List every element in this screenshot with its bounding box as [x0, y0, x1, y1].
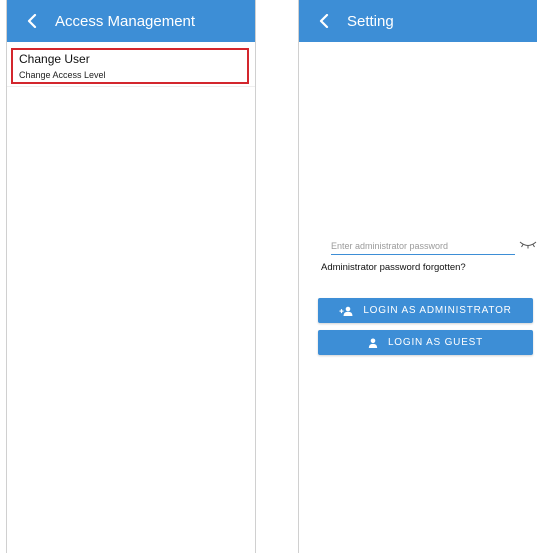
- list-divider: [7, 86, 255, 87]
- page-title: Access Management: [55, 12, 196, 30]
- user-key-icon: [339, 306, 353, 316]
- list-item-change-user[interactable]: Change User Change Access Level: [11, 48, 249, 84]
- list-item-title: Change User: [19, 52, 90, 66]
- admin-password-input[interactable]: [331, 238, 515, 255]
- login-as-guest-button[interactable]: LOGIN AS GUEST: [318, 330, 533, 355]
- page-title: Setting: [347, 12, 394, 30]
- app-bar: Access Management: [7, 0, 255, 42]
- access-management-screen: Access Management Change User Change Acc…: [6, 0, 256, 553]
- back-button[interactable]: [311, 0, 337, 42]
- screenshot-stage: Access Management Change User Change Acc…: [0, 0, 537, 553]
- password-row: [331, 238, 537, 256]
- back-button[interactable]: [19, 0, 45, 42]
- chevron-left-icon: [319, 14, 329, 28]
- setting-screen: Setting Administrator password forgotten…: [298, 0, 537, 553]
- app-bar: Setting: [299, 0, 537, 42]
- login-as-administrator-button[interactable]: LOGIN AS ADMINISTRATOR: [318, 298, 533, 323]
- button-label: LOGIN AS GUEST: [387, 337, 484, 348]
- list-item-subtitle: Change Access Level: [19, 70, 106, 80]
- chevron-left-icon: [27, 14, 37, 28]
- forgot-password-link[interactable]: Administrator password forgotten?: [321, 262, 466, 273]
- person-icon: [368, 338, 378, 348]
- button-label: LOGIN AS ADMINISTRATOR: [363, 305, 512, 316]
- eye-closed-icon[interactable]: [519, 240, 537, 250]
